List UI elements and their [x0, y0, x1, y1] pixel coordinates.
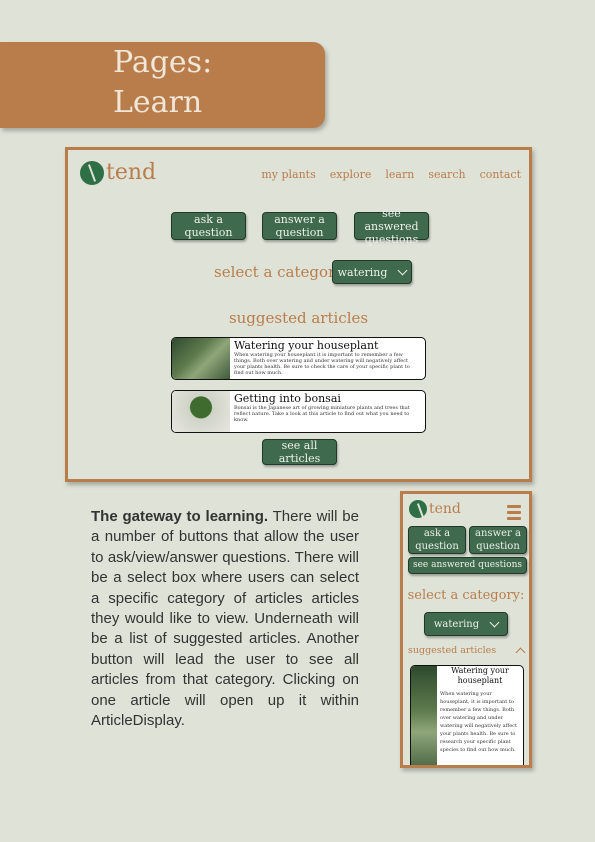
page-title-line-1: Pages:	[113, 45, 213, 80]
nav-contact[interactable]: contact	[480, 168, 521, 181]
nav-search[interactable]: search	[428, 168, 465, 181]
description-lead: The gateway to learning.	[91, 508, 269, 525]
see-answered-questions-button[interactable]: see answered questions	[408, 557, 527, 574]
category-select[interactable]: watering	[332, 260, 412, 284]
article-thumbnail	[172, 391, 230, 432]
article-excerpt: When watering your houseplant, it is imp…	[440, 691, 517, 753]
mobile-mockup: tend ask a question answer a question se…	[400, 491, 532, 768]
chevron-down-icon	[489, 617, 500, 628]
category-select-value: watering	[337, 265, 388, 279]
ask-question-button[interactable]: ask a question	[408, 526, 466, 554]
suggested-articles-heading: suggested articles	[408, 645, 497, 656]
see-answered-questions-button[interactable]: see answered questions	[354, 207, 429, 246]
page-description: The gateway to learning. There will be a…	[91, 507, 359, 731]
chevron-up-icon	[515, 647, 526, 657]
article-thumbnail	[411, 666, 437, 765]
leaf-icon	[409, 500, 427, 518]
article-title: Getting into bonsai	[234, 392, 341, 405]
category-select-value: watering	[433, 618, 480, 630]
answer-question-button[interactable]: answer a question	[469, 526, 527, 554]
article-card[interactable]: Watering your houseplant When watering y…	[171, 337, 426, 380]
article-thumbnail	[172, 338, 230, 379]
logo[interactable]: tend	[409, 500, 461, 518]
see-all-articles-button[interactable]: see all articles	[262, 439, 337, 465]
logo-text: tend	[106, 160, 157, 185]
category-select[interactable]: watering	[424, 612, 508, 636]
article-title: Watering your houseplant	[451, 666, 509, 685]
ask-question-button[interactable]: ask a question	[171, 212, 246, 240]
article-card[interactable]: Watering your houseplant When watering y…	[410, 665, 524, 765]
desktop-mockup: tend my plants explore learn search cont…	[65, 147, 532, 482]
category-label: select a category:	[214, 263, 349, 281]
answer-question-button[interactable]: answer a question	[262, 212, 337, 240]
chevron-down-icon	[397, 265, 408, 276]
suggested-articles-toggle[interactable]: suggested articles	[408, 645, 526, 657]
description-body: There will be a number of buttons that a…	[91, 508, 359, 730]
suggested-articles-heading: suggested articles	[228, 309, 369, 327]
nav-my-plants[interactable]: my plants	[261, 168, 315, 181]
main-nav: my plants explore learn search contact	[261, 168, 521, 181]
logo[interactable]: tend	[80, 160, 156, 185]
article-card[interactable]: Getting into bonsai Bonsai is the Japane…	[171, 390, 426, 433]
article-excerpt: When watering your houseplant it is impo…	[234, 352, 410, 376]
menu-icon[interactable]	[507, 505, 521, 523]
article-excerpt: Bonsai is the Japanese art of growing mi…	[234, 405, 410, 423]
article-title: Watering your houseplant	[234, 339, 379, 352]
category-label: select a category:	[407, 588, 525, 603]
nav-explore[interactable]: explore	[330, 168, 372, 181]
logo-text: tend	[429, 501, 461, 517]
leaf-icon	[80, 160, 104, 185]
nav-learn[interactable]: learn	[385, 168, 414, 181]
page-title-line-2: Learn	[113, 85, 203, 120]
